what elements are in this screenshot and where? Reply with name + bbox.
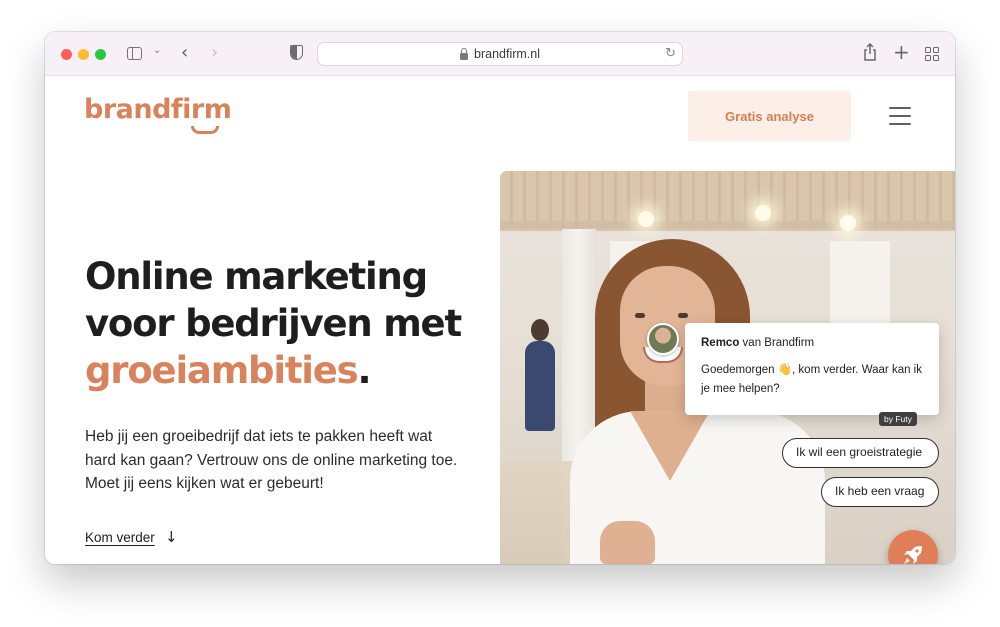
lock-icon <box>460 47 468 60</box>
maximize-window-button[interactable] <box>95 49 106 60</box>
hero-title-period: . <box>357 349 372 392</box>
brand-logo[interactable]: brandfirm <box>84 94 232 125</box>
rocket-icon <box>904 546 922 564</box>
back-icon[interactable]: ‹ <box>181 42 188 63</box>
kom-verder-link[interactable]: Kom verder <box>85 530 155 545</box>
chat-agent-company: van Brandfirm <box>739 337 815 349</box>
sidebar-icon[interactable] <box>127 47 142 60</box>
web-page: brandfirm Gratis analyse Online marketin… <box>45 76 955 564</box>
photo-background-person <box>525 341 555 431</box>
chat-option-question[interactable]: Ik heb een vraag <box>821 477 939 507</box>
free-analysis-button[interactable]: Gratis analyse <box>688 91 851 141</box>
hero-title-accent: groeiambities <box>85 349 359 392</box>
tabs-icon-cell <box>925 55 931 61</box>
hero-title-line1: Online marketing <box>85 255 428 298</box>
arrow-down-icon[interactable]: ↓ <box>165 528 178 546</box>
screenshot-stage: ⌄ ‹ › brandfirm.nl ↻ + brandfirm Gratis … <box>0 0 1000 627</box>
tabs-icon-cell <box>933 55 939 61</box>
photo-background-person-head <box>531 319 549 341</box>
url-text: brandfirm.nl <box>474 47 540 61</box>
browser-window: ⌄ ‹ › brandfirm.nl ↻ + brandfirm Gratis … <box>45 32 955 564</box>
chat-sender: Remco van Brandfirm <box>701 337 923 349</box>
photo-lamp <box>755 205 771 221</box>
photo-lamp <box>840 215 856 231</box>
share-icon[interactable] <box>863 43 877 61</box>
chat-agent-avatar <box>647 323 679 355</box>
photo-eye <box>678 313 688 318</box>
browser-toolbar: ⌄ ‹ › brandfirm.nl ↻ + <box>45 32 955 76</box>
shield-icon[interactable] <box>290 45 303 60</box>
tabs-icon-cell <box>933 47 939 53</box>
tabs-icon[interactable] <box>925 47 939 61</box>
menu-icon-bar <box>889 123 911 125</box>
minimize-window-button[interactable] <box>78 49 89 60</box>
plus-icon[interactable]: + <box>893 40 910 64</box>
close-window-button[interactable] <box>61 49 72 60</box>
hero-title-line2: voor bedrijven met <box>85 302 462 345</box>
chat-option-growth-strategy[interactable]: Ik wil een groeistrategie <box>782 438 939 468</box>
menu-icon[interactable] <box>889 107 911 125</box>
chat-message-text: Goedemorgen 👋, kom verder. Waar kan ik j… <box>701 364 922 395</box>
menu-icon-bar <box>889 115 911 117</box>
hero-title: Online marketing voor bedrijven met groe… <box>85 253 485 394</box>
address-bar[interactable]: brandfirm.nl ↻ <box>317 42 683 66</box>
hero-description: Heb jij een groeibedrijf dat iets te pak… <box>85 428 458 492</box>
tabs-icon-cell <box>925 47 931 53</box>
photo-eye <box>635 313 645 318</box>
photo-lamp <box>638 211 654 227</box>
menu-icon-bar <box>889 107 911 109</box>
chat-message-card: Remco van Brandfirm Goedemorgen 👋, kom v… <box>685 323 939 415</box>
powered-by-futy-badge[interactable]: by Futy <box>879 412 917 426</box>
forward-icon[interactable]: › <box>211 42 218 63</box>
reload-icon[interactable]: ↻ <box>665 46 676 61</box>
logo-smile-mark <box>191 126 219 134</box>
chat-agent-name: Remco <box>701 337 740 349</box>
photo-hand <box>600 521 655 564</box>
address-content: brandfirm.nl <box>318 43 682 65</box>
chevron-down-icon[interactable]: ⌄ <box>153 45 161 56</box>
